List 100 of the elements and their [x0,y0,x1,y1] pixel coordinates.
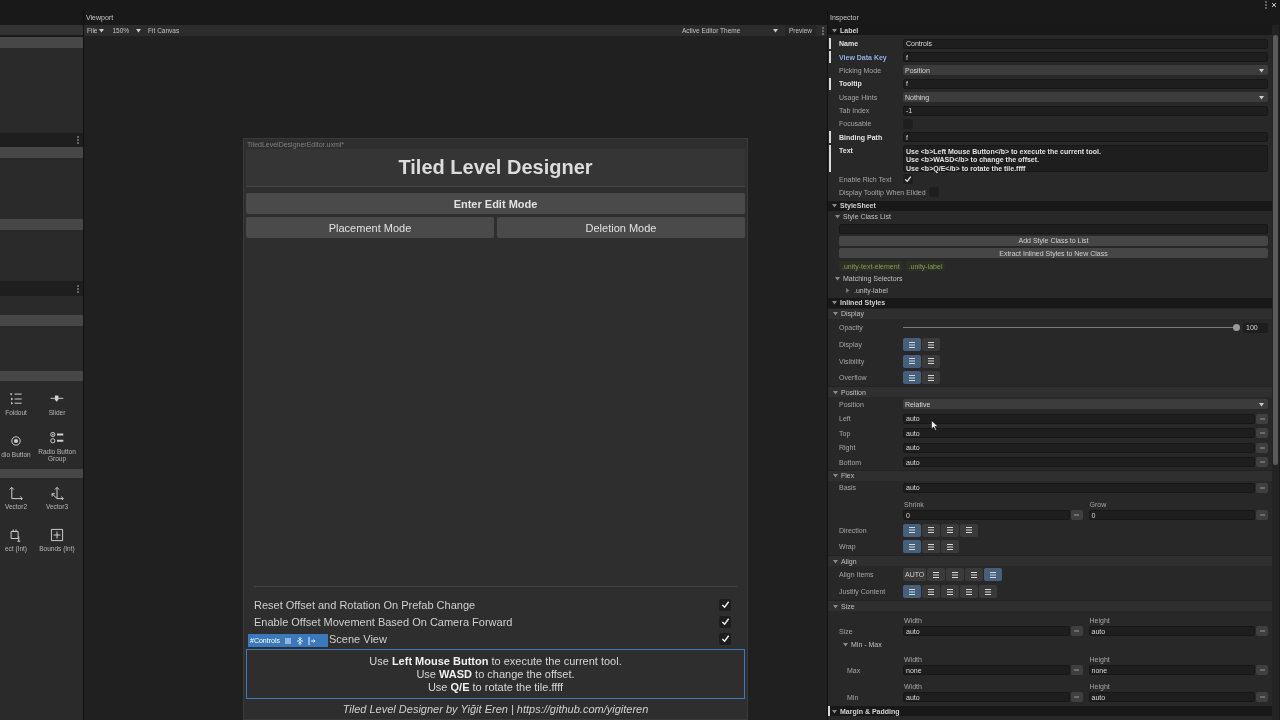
option-icon [908,357,916,366]
vector2-icon[interactable] [9,486,23,500]
minus-icon [1259,487,1265,489]
option-icon [946,526,954,535]
bounds-icon[interactable] [50,528,64,542]
unit-button[interactable] [1256,414,1268,424]
slider-thumb[interactable] [1233,324,1240,332]
option-icon [965,587,973,596]
minus-icon [1074,669,1079,672]
mode-button[interactable]: Placement Mode [246,217,494,238]
toggle-option[interactable] [984,568,1003,582]
toggle-option[interactable] [960,585,978,599]
document-title: Tiled Level Designer [246,149,745,187]
radio-group-icon[interactable] [50,430,64,445]
minus-icon [1259,514,1265,517]
option-icon [965,526,973,535]
unit-button[interactable] [1256,443,1268,453]
checkbox[interactable] [719,615,731,628]
toggle-label: Reset Offset and Rotation On Prefab Change [254,598,476,611]
minus-icon [1259,432,1265,435]
caret-icon [1259,402,1264,407]
unit-button[interactable] [1070,692,1083,703]
caret-icon [99,28,105,33]
toggle-option[interactable] [903,524,921,537]
unit-button[interactable] [1256,483,1268,493]
toggle-option[interactable] [965,568,984,582]
horizontal-align-icon[interactable] [307,636,316,645]
toggle-option[interactable] [946,568,965,582]
minus-icon [1259,669,1265,672]
option-icon [908,543,916,551]
vector3-icon[interactable] [50,486,64,500]
toggle-option[interactable] [941,524,959,537]
toggle-option[interactable] [979,585,997,599]
toggle-option[interactable] [960,524,978,537]
option-icon [951,570,960,579]
vertical-align-icon[interactable] [295,636,304,645]
option-icon [989,570,998,579]
option-icon [927,357,935,366]
checkbox[interactable] [903,174,913,185]
unit-button[interactable] [1070,665,1083,676]
option-icon [932,570,941,579]
toggle-option[interactable] [903,371,921,385]
option-icon [927,374,935,382]
minus-icon [1259,461,1265,464]
minus-icon [1074,630,1079,633]
unit-button[interactable] [1070,510,1083,521]
option-icon [908,374,916,382]
minus-icon [1259,630,1265,633]
rect-icon[interactable] [9,528,23,542]
radio-button-icon[interactable] [9,434,23,448]
option-icon [927,526,935,535]
override-marker [829,78,831,90]
toggle-option[interactable] [903,540,921,554]
unit-button[interactable] [1256,692,1268,703]
minus-icon [1259,447,1265,449]
scrollbar-thumb[interactable] [1273,35,1278,465]
toggle-label: Scene View [329,632,387,645]
option-icon [927,587,935,596]
unit-button[interactable] [1256,457,1268,468]
option-icon [908,526,916,535]
toggle-option[interactable] [922,338,940,352]
unit-button[interactable] [1070,626,1083,637]
close-icon[interactable] [1271,2,1277,8]
caret-icon [843,641,848,647]
option-icon [946,543,954,551]
toggle-option[interactable] [922,355,940,368]
option-icon [908,341,916,349]
caret-icon [833,473,838,479]
minus-icon [1259,418,1265,420]
toggle-option[interactable] [903,585,921,599]
caret-icon [832,708,837,714]
footer-credit: Tiled Level Designer by Yiğit Eren | https://github.com/yigiteren [341,702,650,717]
checkbox[interactable] [719,632,731,645]
check-icon [904,175,912,184]
option-icon [908,587,916,596]
toggle-option[interactable] [903,338,921,352]
instructions-text: Use Left Mouse Button to execute the current tool. Use WASD to change the offset. Use Q/E to rotate the tile.ffff [246,649,745,699]
option-icon [946,587,954,596]
toggle-option[interactable] [941,540,959,554]
minus-icon [1259,696,1265,699]
unit-button[interactable] [1256,428,1268,439]
caret-icon [833,389,838,395]
caret-icon [136,28,142,33]
unit-button[interactable] [1256,665,1268,676]
unit-button[interactable] [1256,626,1268,637]
toggle-option[interactable] [922,585,940,599]
unit-button[interactable] [1256,510,1268,521]
toggle-option[interactable] [941,585,959,599]
toggle-option[interactable] [922,524,940,537]
cursor-icon [931,420,939,431]
toggle-option[interactable] [922,540,940,554]
mode-button[interactable]: Deletion Mode [497,217,745,238]
foldout-icon[interactable] [9,392,23,406]
toggle-label: Enable Offset Movement Based On Camera Forward [254,615,513,628]
checkbox[interactable] [719,598,731,611]
edit-mode-button[interactable]: Enter Edit Mode [246,193,745,214]
toggle-option[interactable] [922,371,940,385]
caret-icon [833,603,838,609]
toggle-option[interactable] [927,568,946,582]
toggle-option[interactable] [903,355,921,368]
